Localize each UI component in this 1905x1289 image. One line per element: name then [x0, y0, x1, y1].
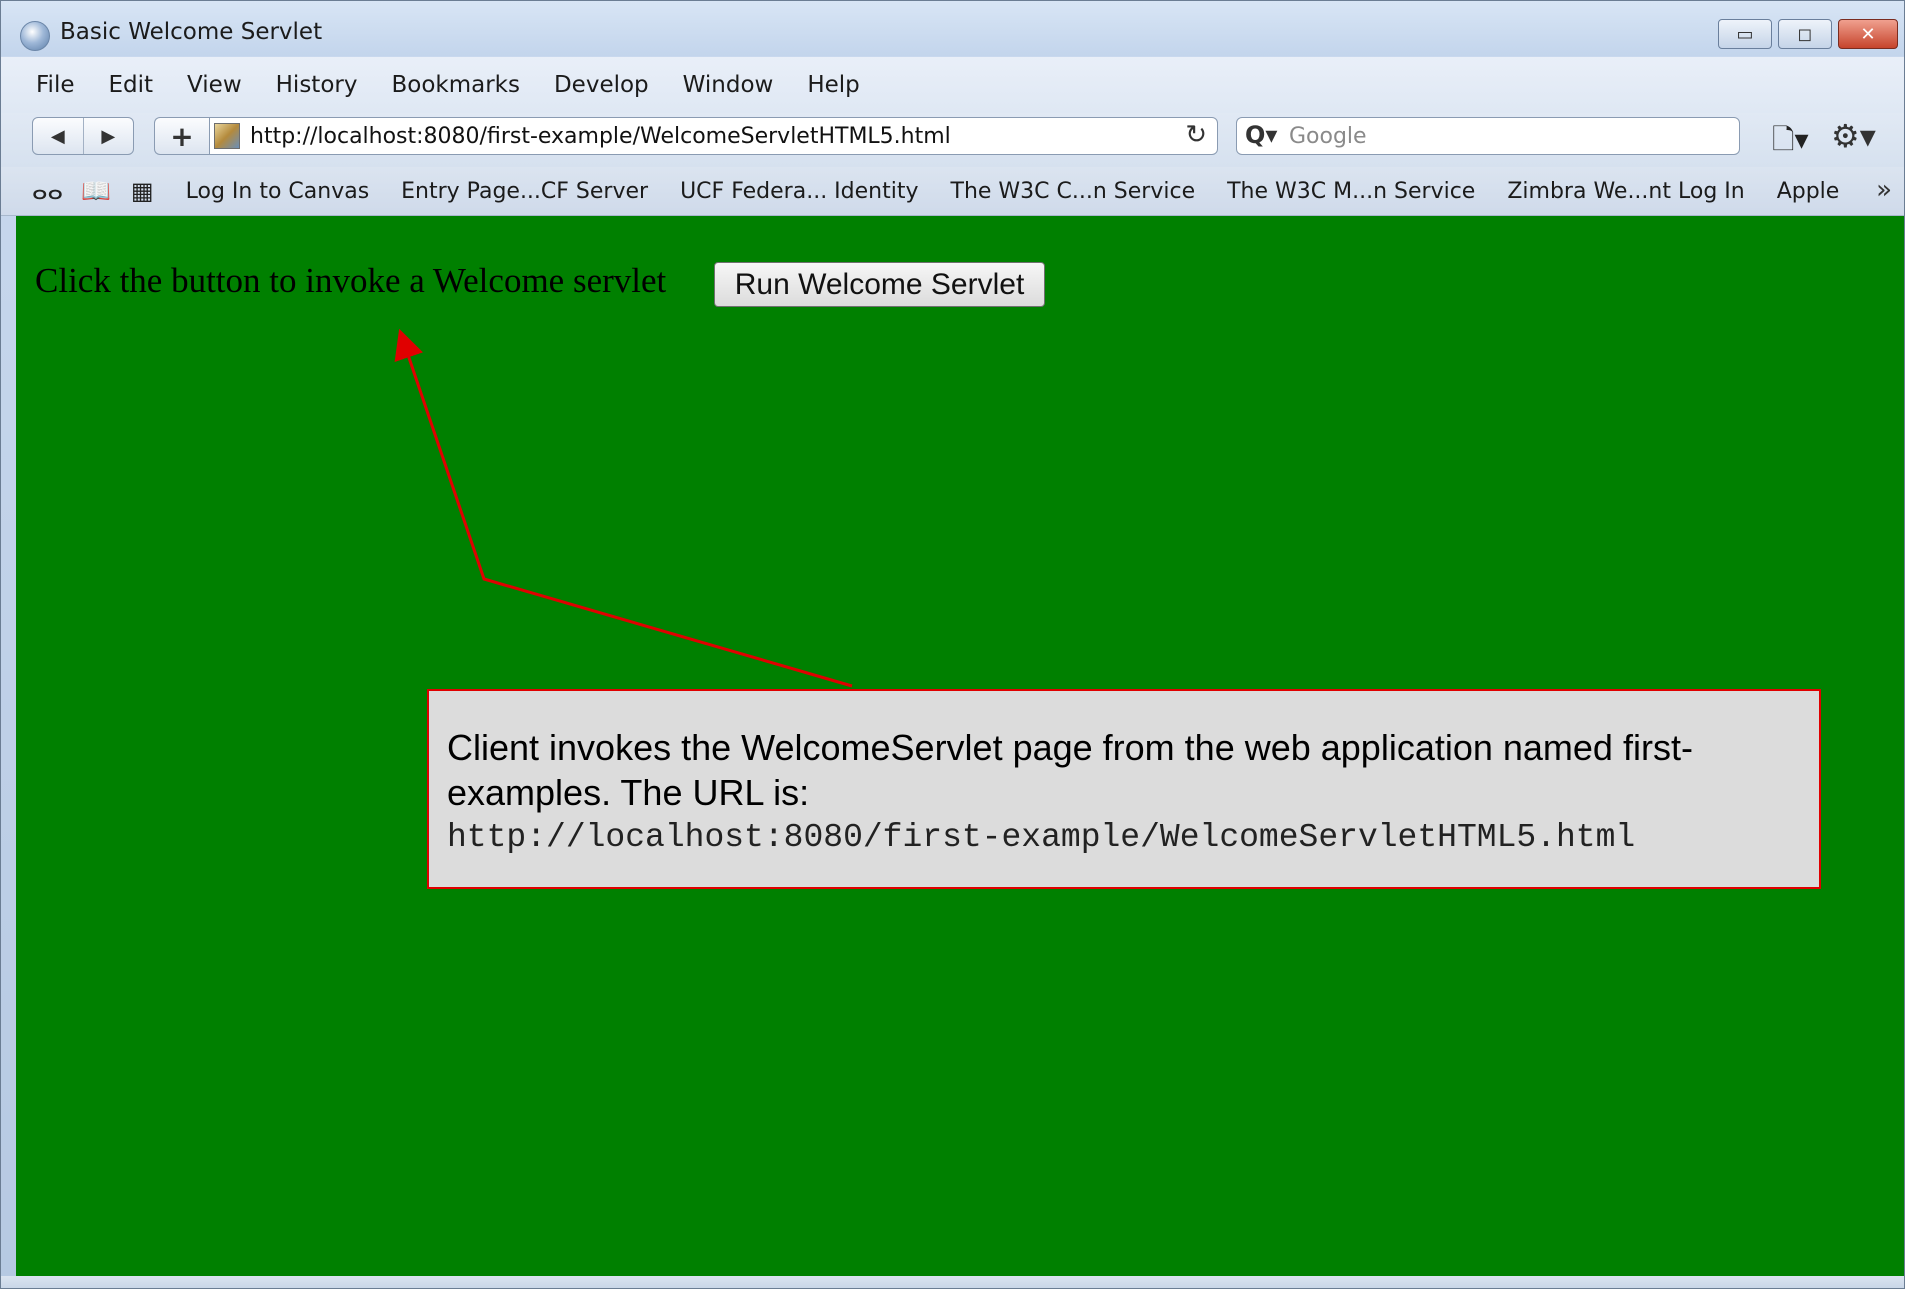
- menu-edit[interactable]: Edit: [109, 72, 154, 98]
- annotation-callout: Client invokes the WelcomeServlet page f…: [427, 689, 1821, 889]
- bookmark-item[interactable]: Log In to Canvas: [186, 179, 370, 204]
- instruction-text: Click the button to invoke a Welcome ser…: [35, 261, 667, 300]
- reading-list-icon[interactable]: ⴰⴰ: [32, 177, 63, 205]
- address-bar[interactable]: http://localhost:8080/first-example/Welc…: [209, 117, 1218, 155]
- bookmarks-bar: ⴰⴰ 📖 ▦ Log In to Canvas Entry Page...CF …: [1, 167, 1904, 216]
- menu-history[interactable]: History: [276, 72, 358, 98]
- bookmark-item[interactable]: Zimbra We...nt Log In: [1507, 179, 1744, 204]
- menu-develop[interactable]: Develop: [554, 72, 649, 98]
- forward-button[interactable]: ▶: [82, 118, 134, 154]
- window-title: Basic Welcome Servlet: [60, 19, 323, 45]
- add-bookmark-button[interactable]: +: [154, 117, 209, 155]
- status-bar: [1, 1276, 1904, 1288]
- reload-icon[interactable]: ↻: [1185, 120, 1207, 150]
- bookmark-item[interactable]: Apple: [1777, 179, 1840, 204]
- search-placeholder: Google: [1289, 124, 1367, 149]
- forward-icon: ▶: [101, 125, 116, 147]
- maximize-button[interactable]: ◻: [1778, 19, 1832, 49]
- menu-file[interactable]: File: [36, 72, 75, 98]
- plus-icon: +: [170, 119, 194, 153]
- title-bar[interactable]: Basic Welcome Servlet ▭ ◻ ✕: [1, 1, 1904, 56]
- menu-bar: File Edit View History Bookmarks Develop…: [1, 57, 1904, 113]
- bookmark-item[interactable]: Entry Page...CF Server: [401, 179, 648, 204]
- bookmarks-book-icon[interactable]: 📖: [81, 177, 111, 205]
- site-favicon-icon: [214, 123, 240, 149]
- close-button[interactable]: ✕: [1838, 19, 1898, 49]
- menu-view[interactable]: View: [187, 72, 242, 98]
- more-bookmarks-icon[interactable]: »: [1876, 175, 1892, 205]
- callout-text: Client invokes the WelcomeServlet page f…: [447, 727, 1693, 813]
- window-controls: ▭ ◻ ✕: [1718, 19, 1898, 49]
- menu-window[interactable]: Window: [683, 72, 774, 98]
- search-field[interactable]: Q▾ Google: [1236, 117, 1740, 155]
- menu-help[interactable]: Help: [807, 72, 859, 98]
- navigation-toolbar: ◀ ▶ + http://localhost:8080/first-exampl…: [1, 113, 1904, 167]
- minimize-button[interactable]: ▭: [1718, 19, 1772, 49]
- bookmark-item[interactable]: UCF Federa... Identity: [680, 179, 918, 204]
- callout-url: http://localhost:8080/first-example/Welc…: [447, 819, 1636, 856]
- top-sites-grid-icon[interactable]: ▦: [131, 177, 154, 205]
- bookmark-item[interactable]: The W3C C...n Service: [951, 179, 1196, 204]
- back-button[interactable]: ◀: [33, 118, 83, 154]
- run-welcome-servlet-button[interactable]: Run Welcome Servlet: [714, 262, 1045, 307]
- browser-window: Basic Welcome Servlet ▭ ◻ ✕ File Edit Vi…: [0, 0, 1905, 1289]
- bookmark-item[interactable]: The W3C M...n Service: [1227, 179, 1475, 204]
- page-menu-icon[interactable]: 🗋▾: [1772, 119, 1809, 167]
- settings-gear-icon[interactable]: ⚙▾: [1831, 117, 1876, 155]
- search-icon[interactable]: Q▾: [1245, 121, 1277, 149]
- menu-bookmarks[interactable]: Bookmarks: [391, 72, 520, 98]
- address-input[interactable]: http://localhost:8080/first-example/Welc…: [250, 124, 951, 149]
- safari-icon: [20, 21, 50, 51]
- back-forward-group: ◀ ▶: [32, 117, 134, 155]
- back-icon: ◀: [50, 125, 65, 147]
